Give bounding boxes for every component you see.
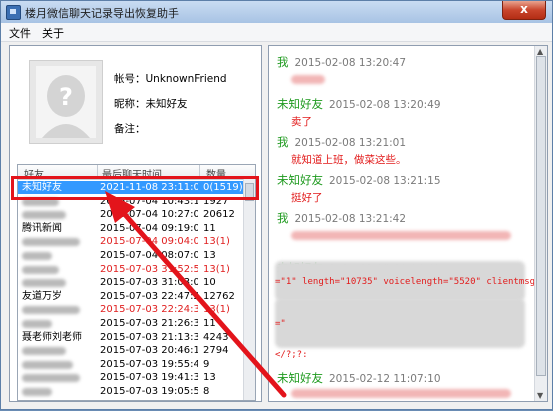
annotation-arrow-icon <box>105 191 287 398</box>
app-window: 楼月微信聊天记录导出恢复助手 x 文件 关于 ? 帐号：UnknownFrien… <box>0 0 553 410</box>
